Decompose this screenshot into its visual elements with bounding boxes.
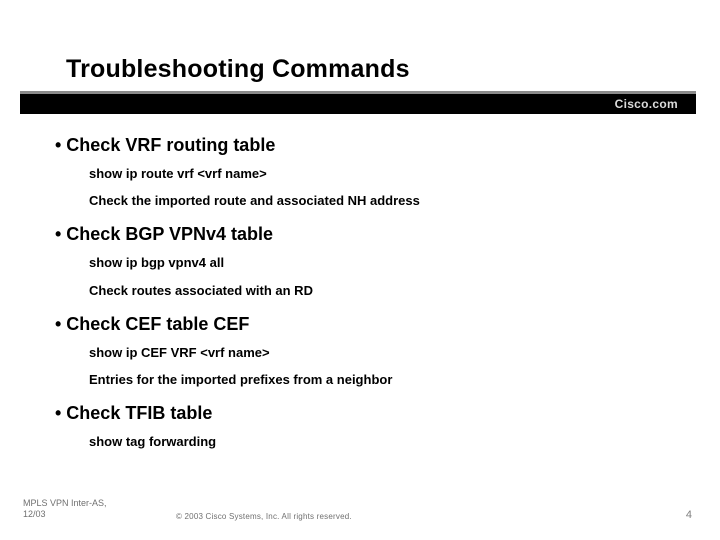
slide-title: Troubleshooting Commands <box>66 55 410 84</box>
bullet-2-desc: Check routes associated with an RD <box>89 282 680 300</box>
bullet-3: • Check CEF table CEF <box>55 314 680 335</box>
brand-bar: Cisco.com <box>20 94 696 114</box>
bullet-1: • Check VRF routing table <box>55 135 680 156</box>
footer-page-number: 4 <box>686 509 692 521</box>
brand-text: Cisco.com <box>615 97 678 111</box>
bullet-1-desc: Check the imported route and associated … <box>89 192 680 210</box>
bullet-1-cmd: show ip route vrf <vrf name> <box>89 165 680 183</box>
footer-copyright: © 2003 Cisco Systems, Inc. All rights re… <box>176 512 352 521</box>
bullet-4: • Check TFIB table <box>55 403 680 424</box>
footer-left-line1: MPLS VPN Inter-AS, <box>23 498 107 509</box>
bullet-3-cmd: show ip CEF VRF <vrf name> <box>89 344 680 362</box>
content-area: • Check VRF routing table show ip route … <box>55 135 680 451</box>
bullet-4-cmd: show tag forwarding <box>89 433 680 451</box>
bullet-2-cmd: show ip bgp vpnv4 all <box>89 254 680 272</box>
bullet-3-desc: Entries for the imported prefixes from a… <box>89 371 680 389</box>
footer-left-line2: 12/03 <box>23 509 107 520</box>
footer-left: MPLS VPN Inter-AS, 12/03 <box>23 498 107 520</box>
bullet-2: • Check BGP VPNv4 table <box>55 224 680 245</box>
